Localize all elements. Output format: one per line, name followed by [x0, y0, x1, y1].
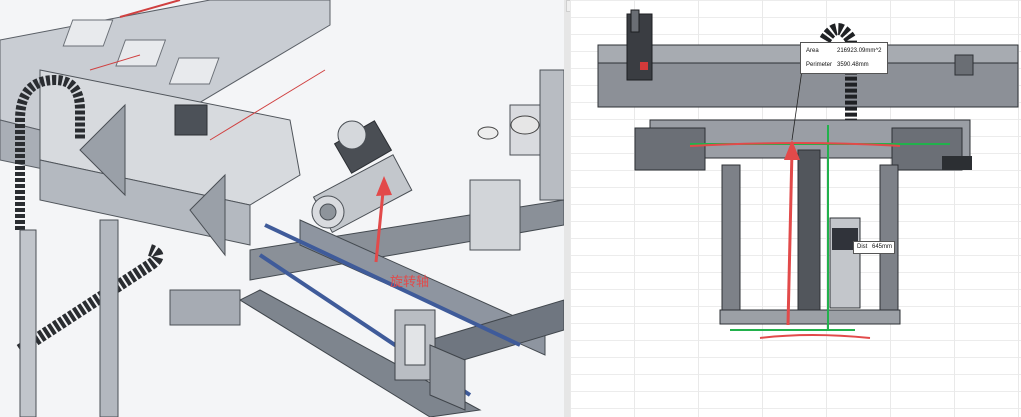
bottom-plate — [719, 309, 901, 325]
area-value: 216923.09mm^2 — [837, 48, 882, 54]
indicator-red — [640, 62, 648, 70]
red-arrow-shaft — [786, 149, 794, 326]
isometric-machine-drawing — [0, 0, 564, 417]
motor-cap — [942, 156, 972, 170]
vertical-post — [879, 164, 899, 311]
front-machine-drawing — [597, 9, 1019, 339]
component-post — [539, 69, 564, 201]
support-post — [99, 219, 119, 417]
end-block — [954, 54, 974, 76]
base-bracket — [169, 289, 241, 326]
distance-value: 645mm — [872, 244, 893, 250]
measure-tooltip: Area 216923.09mm^2 Perimeter 3590.48mm — [800, 42, 888, 74]
area-label: Area — [806, 48, 819, 54]
red-sketch-bottom — [759, 334, 871, 339]
rotary-axis-annotation: 旋转轴 — [390, 275, 430, 290]
component-block — [469, 179, 521, 251]
fitting — [477, 126, 499, 140]
distance-tooltip: Dist 645mm — [853, 241, 895, 254]
cad-isometric-view[interactable]: 旋转轴 — [0, 0, 564, 417]
cad-front-view[interactable] — [570, 0, 1021, 417]
perimeter-value: 3590.48mm — [837, 62, 869, 68]
vertical-post — [721, 164, 741, 311]
support-post — [19, 229, 37, 417]
cable-drag-chain-lower — [16, 244, 164, 356]
mount-block — [174, 104, 208, 136]
distance-label: Dist — [857, 244, 868, 250]
vertical-axis — [797, 149, 821, 311]
perimeter-label: Perimeter — [806, 62, 833, 68]
carriage-motor-left — [634, 127, 706, 171]
screenshot-canvas: 旋转轴 ▲ — [0, 0, 1021, 417]
